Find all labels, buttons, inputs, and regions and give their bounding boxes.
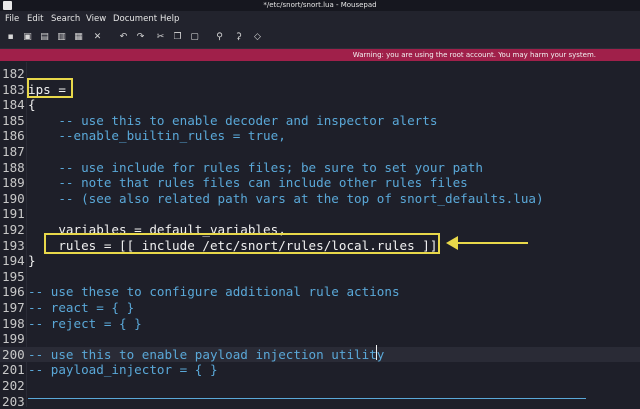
code-line[interactable]: 191 [0, 206, 640, 222]
bottom-rule [28, 398, 586, 399]
root-warning-text: Warning: you are using the root account.… [352, 51, 596, 59]
menu-bar: File Edit Search View Document Help [0, 11, 640, 28]
find-replace-icon[interactable]: ⚳ [233, 32, 244, 43]
save-as-icon[interactable]: ▥ [56, 32, 67, 43]
code-line[interactable]: 194} [0, 253, 640, 269]
line-number: 198 [2, 315, 25, 331]
line-text: } [28, 253, 36, 269]
code-line[interactable]: 184{ [0, 97, 640, 113]
cut-icon[interactable]: ✂ [155, 32, 166, 43]
line-number: 195 [2, 268, 25, 284]
title-bar: */etc/snort/snort.lua - Mousepad [0, 0, 640, 11]
line-number: 202 [2, 378, 25, 393]
code-line[interactable]: 187 [0, 144, 640, 160]
line-number: 182 [2, 66, 25, 81]
line-number: 200 [2, 346, 25, 362]
code-line[interactable]: 188 -- use include for rules files; be s… [0, 160, 640, 176]
reload-icon[interactable]: ▦ [73, 32, 84, 43]
arrow-shaft [456, 242, 528, 244]
code-line[interactable]: 195 [0, 269, 640, 285]
line-text: -- use this to enable decoder and inspec… [28, 112, 438, 128]
line-number: 190 [2, 190, 25, 206]
line-text: -- react = { } [28, 300, 135, 315]
line-number: 187 [2, 144, 25, 159]
code-line[interactable]: 200 -- use this to enable payload injecti… [0, 346, 640, 363]
undo-icon[interactable]: ↶ [118, 32, 129, 43]
find-icon[interactable]: ⚲ [214, 32, 225, 43]
code-line[interactable]: 197 -- react = { } [0, 300, 640, 316]
line-number: 192 [2, 222, 25, 237]
line-number: 201 [2, 362, 25, 378]
code-line[interactable]: 182 [0, 66, 640, 82]
line-number: 194 [2, 253, 25, 269]
window-title: */etc/snort/snort.lua - Mousepad [263, 1, 377, 9]
code-line[interactable]: 201 -- payload_injector = { } [0, 362, 640, 378]
code-line[interactable]: 183 ips = [0, 82, 640, 98]
menu-document[interactable]: Document [113, 11, 157, 28]
line-text: -- reject = { } [28, 315, 142, 331]
paste-icon[interactable]: ▢ [189, 32, 200, 43]
menu-view[interactable]: View [86, 11, 106, 28]
new-file-icon[interactable]: ▪ [5, 32, 16, 43]
save-icon[interactable]: ▤ [39, 32, 50, 43]
line-number: 183 [2, 81, 25, 97]
text-cursor [376, 345, 377, 360]
root-warning-bar: Warning: you are using the root account.… [0, 49, 640, 61]
menu-help[interactable]: Help [160, 11, 179, 28]
line-number: 184 [2, 97, 25, 113]
line-text: -- use include for rules files; be sure … [28, 159, 483, 175]
highlight-box-ips [27, 78, 73, 98]
line-text: -- use this to enable payload injection … [28, 346, 385, 362]
goto-icon[interactable]: ◇ [252, 32, 263, 43]
code-line[interactable]: 189 -- note that rules files can include… [0, 175, 640, 191]
line-number: 186 [2, 128, 25, 144]
redo-icon[interactable]: ↷ [135, 32, 146, 43]
line-number: 188 [2, 159, 25, 175]
toolbar: ▪ ▣ ▤ ▥ ▦ ✕ ↶ ↷ ✂ ❐ ▢ ⚲ ⚳ ◇ [0, 28, 640, 49]
close-icon[interactable]: ✕ [92, 32, 103, 43]
line-number: 197 [2, 300, 25, 315]
line-number: 196 [2, 284, 25, 300]
line-text: -- payload_injector = { } [28, 362, 218, 378]
line-number: 193 [2, 237, 25, 253]
open-file-icon[interactable]: ▣ [22, 32, 33, 43]
code-line[interactable]: 202 [0, 378, 640, 394]
copy-icon[interactable]: ❐ [172, 32, 183, 43]
code-line[interactable]: 186 --enable_builtin_rules = true, [0, 128, 640, 144]
menu-file[interactable]: File [5, 11, 19, 28]
menu-search[interactable]: Search [51, 11, 80, 28]
line-number: 185 [2, 112, 25, 128]
line-number: 189 [2, 175, 25, 191]
line-text: -- use these to configure additional rul… [28, 284, 400, 300]
code-line[interactable]: 190 -- (see also related path vars at th… [0, 191, 640, 207]
line-text: --enable_builtin_rules = true, [28, 128, 286, 144]
line-text: -- note that rules files can include oth… [28, 175, 468, 191]
code-line[interactable]: 196 -- use these to configure additional … [0, 284, 640, 300]
line-number: 199 [2, 331, 25, 347]
code-line[interactable]: 199 [0, 331, 640, 347]
line-number: 191 [2, 206, 25, 222]
code-line[interactable]: 198 -- reject = { } [0, 316, 640, 332]
menu-edit[interactable]: Edit [27, 11, 43, 28]
line-text: { [28, 97, 36, 113]
code-line[interactable]: 185 -- use this to enable decoder and in… [0, 113, 640, 129]
line-text: -- (see also related path vars at the to… [28, 190, 544, 206]
highlight-box-rules [44, 233, 440, 254]
